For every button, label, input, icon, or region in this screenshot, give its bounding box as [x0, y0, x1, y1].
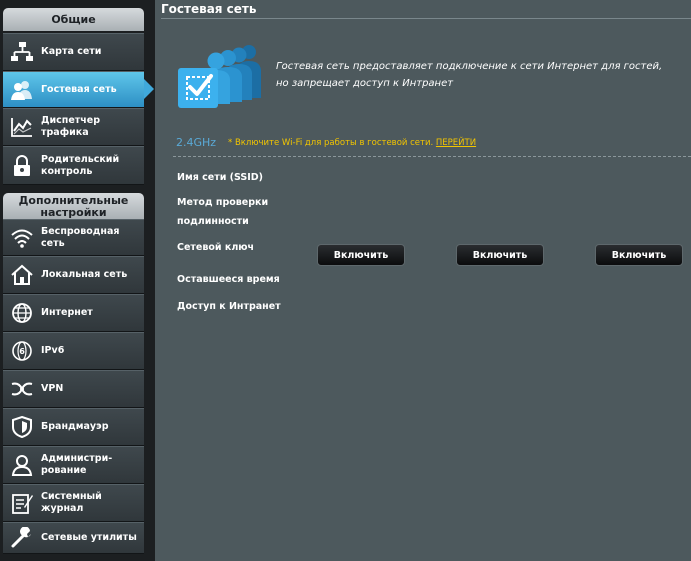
section-divider: [173, 156, 691, 157]
guest-network-description: Гостевая сеть предоставляет подключение …: [276, 61, 663, 89]
vpn-icon: [9, 377, 35, 401]
auth-method-label: Метод проверки подлинности: [177, 197, 269, 227]
main-panel: Гостевая сеть Гостевая сеть предоставляе…: [155, 0, 691, 561]
sidebar-item-label: Системный журнал: [41, 491, 102, 514]
sidebar-item-network-map[interactable]: Карта сети: [3, 33, 144, 71]
internet-icon: [9, 301, 35, 325]
firewall-icon: [9, 415, 35, 439]
time-left-label: Оставшееся время: [177, 274, 280, 285]
sidebar-item-lan[interactable]: Локальная сеть: [3, 256, 144, 294]
sidebar: Общие Карта сети Гостевая сеть Диспетчер…: [0, 0, 155, 561]
ipv6-icon: 6: [9, 339, 35, 363]
sidebar-item-network-tools[interactable]: Сетевые утилиты: [3, 522, 144, 554]
sidebar-item-label: Сетевые утилиты: [41, 532, 137, 543]
system-log-icon: [9, 491, 35, 515]
lan-icon: [9, 263, 35, 287]
sidebar-item-label: Диспетчер трафика: [41, 115, 101, 138]
sidebar-item-vpn[interactable]: VPN: [3, 370, 144, 408]
sidebar-item-label: Локальная сеть: [41, 269, 128, 280]
sidebar-item-label: VPN: [41, 383, 64, 394]
sidebar-item-firewall[interactable]: Брандмауэр: [3, 408, 144, 446]
active-item-arrow: [144, 79, 154, 99]
sidebar-item-parental-control[interactable]: Родительский контроль: [3, 146, 144, 185]
network-map-icon: [9, 40, 35, 64]
network-key-label: Сетевой ключ: [177, 242, 255, 253]
sidebar-item-ipv6[interactable]: 6 IPv6: [3, 332, 144, 370]
page-title: Гостевая сеть: [161, 2, 257, 16]
sidebar-item-label: Родительский контроль: [41, 153, 120, 177]
band-label: 2.4GHz: [176, 136, 217, 149]
traffic-manager-icon: [9, 115, 35, 139]
guest-network-icon: [9, 78, 35, 102]
sidebar-item-system-log[interactable]: Системный журнал: [3, 484, 144, 522]
sidebar-item-administration[interactable]: Администри- рование: [3, 446, 144, 484]
enable-button-1[interactable]: Включить: [317, 244, 405, 266]
parental-control-icon: [9, 154, 35, 178]
wireless-icon: [9, 226, 35, 250]
sidebar-item-label: Администри- рование: [41, 453, 113, 476]
general-section-header: Общие: [3, 8, 144, 31]
sidebar-item-label: Гостевая сеть: [41, 83, 117, 95]
sidebar-item-wireless[interactable]: Беспроводная сеть: [3, 219, 144, 256]
sidebar-item-label: Беспроводная сеть: [41, 225, 120, 249]
sidebar-item-label: Брандмауэр: [41, 421, 109, 432]
sidebar-item-traffic-manager[interactable]: Диспетчер трафика: [3, 108, 144, 146]
ssid-label: Имя сети (SSID): [177, 172, 264, 183]
title-divider: [161, 18, 691, 19]
sidebar-item-label: Карта сети: [41, 46, 102, 57]
sidebar-item-label: Интернет: [41, 307, 93, 318]
enable-button-2[interactable]: Включить: [456, 244, 544, 266]
intranet-access-label: Доступ к Интранет: [177, 301, 281, 312]
band-notice-text: * Включите Wi-Fi для работы в гостевой с…: [228, 138, 434, 148]
network-tools-icon: [9, 526, 35, 550]
sidebar-item-guest-network[interactable]: Гостевая сеть: [3, 71, 144, 108]
svg-text:6: 6: [19, 347, 25, 356]
sidebar-item-label: IPv6: [41, 345, 65, 356]
advanced-section-header: Дополнительные настройки: [3, 193, 144, 219]
band-notice: * Включите Wi-Fi для работы в гостевой с…: [228, 138, 476, 148]
enable-button-3[interactable]: Включить: [595, 244, 683, 266]
sidebar-item-internet[interactable]: Интернет: [3, 294, 144, 332]
guest-users-icon: [177, 40, 272, 116]
administration-icon: [9, 453, 35, 477]
goto-wireless-link[interactable]: ПЕРЕЙТИ: [436, 138, 476, 148]
